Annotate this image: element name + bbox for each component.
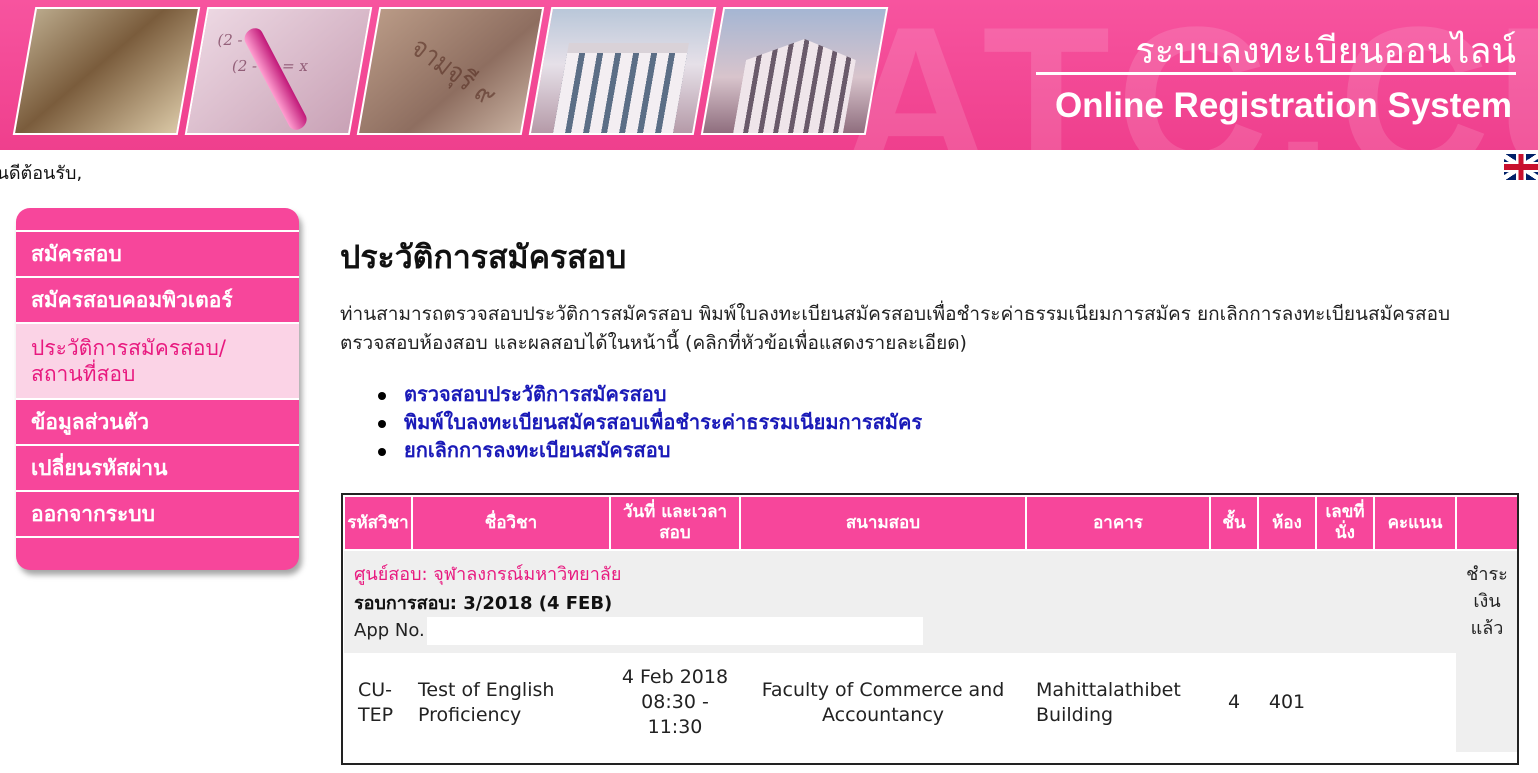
sidebar-item-exam-history[interactable]: ประวัติการสมัครสอบ/ สถานที่สอบ <box>16 322 299 398</box>
app-no-value-redacted <box>426 617 923 645</box>
cell-datetime: 4 Feb 2018 08:30 - 11:30 <box>621 666 729 738</box>
title-divider <box>1036 72 1516 75</box>
payment-status: ชำระเงินแล้ว <box>1456 550 1517 752</box>
header-room: ห้อง <box>1257 495 1317 551</box>
header-code: รหัสวิชา <box>343 495 413 551</box>
table-row: CU-TEP Test of English Proficiency 4 Feb… <box>344 653 1517 752</box>
header-floor: ชั้น <box>1209 495 1259 551</box>
cell-subject: Test of English Proficiency <box>418 678 555 726</box>
cell-code: CU-TEP <box>358 678 394 726</box>
list-item: ยกเลิกการลงทะเบียนสมัครสอบ <box>378 436 922 464</box>
banner-photo-stone: จามจุรี ๙ <box>356 7 545 135</box>
hall-image <box>733 39 860 135</box>
header-seat: เลขที่นั่ง <box>1315 495 1375 551</box>
sidebar-menu: สมัครสอบ สมัครสอบคอมพิวเตอร์ ประวัติการส… <box>16 208 299 570</box>
sidebar-item-label: สถานที่สอบ <box>31 362 136 386</box>
sidebar-item-register-exam[interactable]: สมัครสอบ <box>16 230 299 276</box>
building-image <box>553 43 689 133</box>
page-title: ประวัติการสมัครสอบ <box>340 238 627 276</box>
site-title-english: Online Registration System <box>1054 86 1512 125</box>
cell-floor: 4 <box>1227 691 1241 713</box>
exam-center-info: ศูนย์สอบ: จุฬาลงกรณ์มหาวิทยาลัย รอบการสอ… <box>344 550 1456 653</box>
sidebar-item-change-password[interactable]: เปลี่ยนรหัสผ่าน <box>16 444 299 490</box>
cell-venue: Faculty of Commerce and Accountancy <box>761 678 1005 726</box>
exam-center-name: ศูนย์สอบ: จุฬาลงกรณ์มหาวิทยาลัย <box>354 564 622 585</box>
sidebar-item-personal-info[interactable]: ข้อมูลส่วนตัว <box>16 398 299 444</box>
app-no-label: App No. <box>354 620 425 641</box>
app-no-line: App No. <box>354 617 1446 645</box>
exam-center-row: ศูนย์สอบ: จุฬาลงกรณ์มหาวิทยาลัย รอบการสอ… <box>344 550 1517 752</box>
cancel-registration-link[interactable]: ยกเลิกการลงทะเบียนสมัครสอบ <box>404 438 670 462</box>
list-item: พิมพ์ใบลงทะเบียนสมัครสอบเพื่อชำระค่าธรรม… <box>378 408 922 436</box>
banner-stone-text: จามจุรี ๙ <box>404 31 503 113</box>
uk-flag-icon[interactable] <box>1504 154 1538 180</box>
cell-building: Mahittalathibet Building <box>1036 678 1181 726</box>
list-item: ตรวจสอบประวัติการสมัครสอบ <box>378 380 922 408</box>
sidebar-item-label: ประวัติการสมัครสอบ/ <box>31 336 226 360</box>
header-extra <box>1455 495 1517 551</box>
header-banner: ATC.CU (2 - 5) (2 - 5̅) = x จามจุรี ๙ ระ… <box>0 0 1538 150</box>
cell-room: 401 <box>1268 691 1306 713</box>
print-registration-link[interactable]: พิมพ์ใบลงทะเบียนสมัครสอบเพื่อชำระค่าธรรม… <box>404 410 922 434</box>
sidebar-item-register-computer-exam[interactable]: สมัครสอบคอมพิวเตอร์ <box>16 276 299 322</box>
payment-status-text: ชำระเงินแล้ว <box>1466 564 1508 639</box>
sidebar-item-logout[interactable]: ออกจากระบบ <box>16 490 299 538</box>
welcome-text: ยินดีต้อนรับ, <box>0 163 83 184</box>
page-description: ท่านสามารถตรวจสอบประวัติการสมัครสอบ พิมพ… <box>340 303 1451 354</box>
header-datetime: วันที่ และเวลาสอบ <box>609 495 741 551</box>
check-history-link[interactable]: ตรวจสอบประวัติการสมัครสอบ <box>404 382 667 406</box>
header-building: อาคาร <box>1025 495 1211 551</box>
header-subject: ชื่อวิชา <box>411 495 611 551</box>
cell-seat <box>1316 653 1374 752</box>
banner-photo-hall <box>700 7 889 135</box>
site-title-thai: ระบบลงทะเบียนออนไลน์ <box>1135 31 1516 72</box>
banner-photo-building <box>528 7 717 135</box>
cell-score <box>1374 653 1456 752</box>
banner-photo-pen: (2 - 5) (2 - 5̅) = x <box>184 7 373 135</box>
exam-round: รอบการสอบ: 3/2018 (4 FEB) <box>354 593 613 614</box>
header-venue: สนามสอบ <box>739 495 1027 551</box>
action-links: ตรวจสอบประวัติการสมัครสอบ พิมพ์ใบลงทะเบี… <box>378 380 922 464</box>
exam-history-table: รหัสวิชา ชื่อวิชา วันที่ และเวลาสอบ สนาม… <box>341 493 1519 765</box>
header-score: คะแนน <box>1373 495 1457 551</box>
banner-photo-book <box>12 7 201 135</box>
